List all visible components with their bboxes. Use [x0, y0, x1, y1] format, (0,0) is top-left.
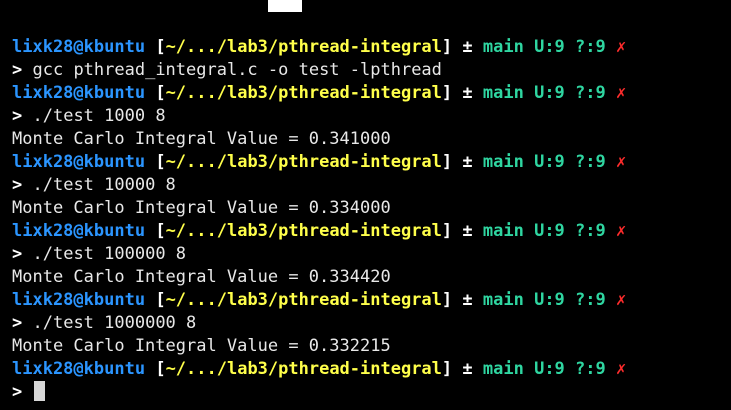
prompt-symbol: > — [12, 382, 23, 402]
prompt-bracket-open: [ — [155, 290, 166, 310]
prompt-git-indicator: ± — [462, 359, 473, 379]
prompt-line: lixk28@kbuntu [~/.../lab3/pthread-integr… — [12, 220, 727, 243]
prompt-git-indicator: ± — [462, 152, 473, 172]
command-line: > ./test 10000 8 — [12, 174, 727, 197]
prompt-git-status: main U:9 ?:9 — [482, 37, 606, 57]
command-line: > gcc pthread_integral.c -o test -lpthre… — [12, 59, 727, 82]
prompt-bracket-open: [ — [155, 37, 166, 57]
output-line: Monte Carlo Integral Value = 0.334420 — [12, 266, 727, 289]
prompt-git-status: main U:9 ?:9 — [482, 152, 606, 172]
prompt-error-mark-icon: ✗ — [615, 359, 627, 379]
output-line: Monte Carlo Integral Value = 0.334000 — [12, 197, 727, 220]
top-window-fragment — [268, 0, 302, 12]
prompt-bracket-open: [ — [155, 221, 166, 241]
prompt-bracket-open: [ — [155, 359, 166, 379]
output-line: Monte Carlo Integral Value = 0.341000 — [12, 128, 727, 151]
prompt-symbol: > — [12, 175, 23, 195]
output-line: Monte Carlo Integral Value = 0.332215 — [12, 335, 727, 358]
prompt-path: ~/.../lab3/pthread-integral — [165, 221, 442, 241]
prompt-symbol: > — [12, 313, 23, 333]
prompt-line: lixk28@kbuntu [~/.../lab3/pthread-integr… — [12, 358, 727, 381]
prompt-symbol: > — [12, 106, 23, 126]
command-line: > ./test 1000000 8 — [12, 312, 727, 335]
terminal-cursor[interactable] — [33, 381, 45, 401]
prompt-error-mark-icon: ✗ — [615, 290, 627, 310]
prompt-user-host: lixk28@kbuntu — [12, 290, 146, 310]
output-text: Monte Carlo Integral Value = 0.332215 — [12, 336, 391, 356]
terminal-output[interactable]: lixk28@kbuntu [~/.../lab3/pthread-integr… — [12, 36, 727, 404]
prompt-error-mark-icon: ✗ — [615, 152, 627, 172]
prompt-bracket-close: ] — [441, 152, 453, 172]
prompt-symbol: > — [12, 244, 23, 264]
command-text: ./test 100000 8 — [32, 244, 187, 264]
prompt-user-host: lixk28@kbuntu — [12, 221, 146, 241]
prompt-bracket-open: [ — [155, 152, 166, 172]
prompt-line: lixk28@kbuntu [~/.../lab3/pthread-integr… — [12, 82, 727, 105]
prompt-git-status: main U:9 ?:9 — [482, 83, 606, 103]
prompt-error-mark-icon: ✗ — [615, 83, 627, 103]
prompt-git-status: main U:9 ?:9 — [482, 290, 606, 310]
prompt-path: ~/.../lab3/pthread-integral — [165, 37, 442, 57]
prompt-bracket-close: ] — [441, 359, 453, 379]
command-text: ./test 10000 8 — [32, 175, 176, 195]
prompt-user-host: lixk28@kbuntu — [12, 37, 146, 57]
prompt-bracket-close: ] — [441, 37, 453, 57]
prompt-user-host: lixk28@kbuntu — [12, 152, 146, 172]
prompt-bracket-close: ] — [441, 221, 453, 241]
prompt-symbol: > — [12, 60, 23, 80]
prompt-error-mark-icon: ✗ — [615, 221, 627, 241]
prompt-git-indicator: ± — [462, 37, 473, 57]
prompt-git-indicator: ± — [462, 290, 473, 310]
prompt-user-host: lixk28@kbuntu — [12, 359, 146, 379]
output-text: Monte Carlo Integral Value = 0.334000 — [12, 198, 391, 218]
prompt-bracket-close: ] — [441, 290, 453, 310]
prompt-user-host: lixk28@kbuntu — [12, 83, 146, 103]
prompt-line: lixk28@kbuntu [~/.../lab3/pthread-integr… — [12, 36, 727, 59]
prompt-git-indicator: ± — [462, 83, 473, 103]
command-text: ./test 1000000 8 — [32, 313, 197, 333]
command-text: ./test 1000 8 — [32, 106, 166, 126]
prompt-path: ~/.../lab3/pthread-integral — [165, 152, 442, 172]
input-line: > — [12, 381, 727, 404]
prompt-bracket-close: ] — [441, 83, 453, 103]
prompt-error-mark-icon: ✗ — [615, 37, 627, 57]
prompt-path: ~/.../lab3/pthread-integral — [165, 83, 442, 103]
command-line: > ./test 1000 8 — [12, 105, 727, 128]
prompt-path: ~/.../lab3/pthread-integral — [165, 290, 442, 310]
prompt-git-status: main U:9 ?:9 — [482, 221, 606, 241]
command-line: > ./test 100000 8 — [12, 243, 727, 266]
prompt-line: lixk28@kbuntu [~/.../lab3/pthread-integr… — [12, 289, 727, 312]
prompt-bracket-open: [ — [155, 83, 166, 103]
output-text: Monte Carlo Integral Value = 0.341000 — [12, 129, 391, 149]
command-text: gcc pthread_integral.c -o test -lpthread — [32, 60, 442, 80]
prompt-line: lixk28@kbuntu [~/.../lab3/pthread-integr… — [12, 151, 727, 174]
prompt-git-status: main U:9 ?:9 — [482, 359, 606, 379]
prompt-path: ~/.../lab3/pthread-integral — [165, 359, 442, 379]
prompt-git-indicator: ± — [462, 221, 473, 241]
output-text: Monte Carlo Integral Value = 0.334420 — [12, 267, 391, 287]
